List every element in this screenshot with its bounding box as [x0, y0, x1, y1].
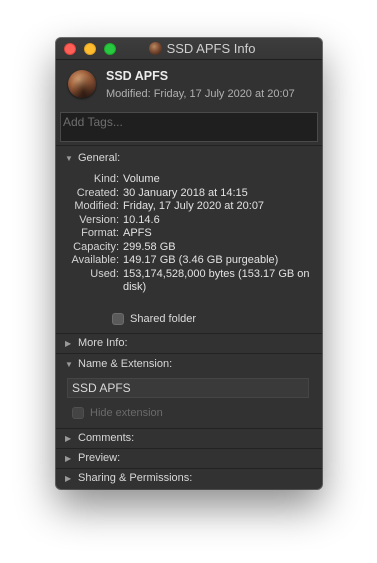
- volume-name: SSD APFS: [106, 69, 169, 83]
- section-more-info[interactable]: ▶ More Info:: [65, 337, 128, 349]
- divider: [56, 448, 322, 449]
- disclosure-closed-icon: ▶: [65, 453, 72, 463]
- info-key: Kind:: [93, 173, 119, 185]
- info-key: Modified:: [74, 200, 119, 212]
- volume-icon: [68, 70, 96, 98]
- section-comments-label: Comments:: [78, 432, 135, 444]
- info-value: 30 January 2018 at 14:15: [123, 186, 248, 199]
- info-key: Available:: [71, 254, 120, 266]
- info-row-modified: Modified: Friday, 17 July 2020 at 20:07: [56, 200, 322, 214]
- shared-folder-option[interactable]: Shared folder: [112, 313, 196, 325]
- info-value: Friday, 17 July 2020 at 20:07: [123, 200, 265, 212]
- section-preview[interactable]: ▶ Preview:: [65, 452, 120, 464]
- disclosure-closed-icon: ▶: [65, 338, 72, 348]
- window-title-wrap: SSD APFS Info: [56, 41, 322, 56]
- section-more-info-label: More Info:: [78, 337, 128, 349]
- disclosure-open-icon: ▼: [65, 153, 73, 163]
- info-value: 149.17 GB (3.46 GB purgeable): [123, 254, 279, 266]
- info-key: Format:: [81, 227, 119, 239]
- info-row-used: Used: 153,174,528,000 bytes (153.17 GB o…: [56, 268, 322, 295]
- info-value: 10.14.6: [123, 213, 160, 226]
- title-bar[interactable]: SSD APFS Info: [56, 38, 322, 60]
- info-header: SSD APFS Modified: Friday, 17 July 2020 …: [56, 60, 322, 108]
- shared-folder-label: Shared folder: [130, 313, 197, 325]
- info-row-capacity: Capacity: 299.58 GB: [56, 241, 322, 255]
- info-key: Version:: [79, 213, 119, 226]
- info-row-available: Available: 149.17 GB (3.46 GB purgeable): [56, 254, 322, 268]
- info-value: APFS: [123, 227, 152, 239]
- window-title: SSD APFS Info: [166, 41, 256, 56]
- divider: [56, 333, 322, 334]
- section-preview-label: Preview:: [78, 452, 121, 464]
- modified-date: Modified: Friday, 17 July 2020 at 20:07: [106, 88, 295, 100]
- info-key: Capacity:: [73, 240, 119, 253]
- section-sharing-permissions[interactable]: ▶ Sharing & Permissions:: [65, 472, 192, 484]
- info-key: Used:: [90, 267, 119, 280]
- hide-extension-option[interactable]: Hide extension: [72, 407, 163, 419]
- section-name-extension[interactable]: ▼ Name & Extension:: [65, 358, 172, 370]
- disk-icon: [148, 42, 162, 55]
- section-general[interactable]: ▼ General:: [65, 152, 120, 164]
- section-general-label: General:: [78, 152, 121, 164]
- section-comments[interactable]: ▶ Comments:: [65, 432, 134, 444]
- info-row-kind: Kind: Volume: [56, 173, 322, 187]
- info-value: 299.58 GB: [123, 240, 176, 253]
- disclosure-closed-icon: ▶: [65, 473, 72, 483]
- disclosure-closed-icon: ▶: [65, 433, 72, 443]
- info-value: 153,174,528,000 bytes (153.17 GB on disk…: [123, 267, 310, 294]
- info-row-format: Format: APFS: [56, 227, 322, 241]
- info-row-created: Created: 30 January 2018 at 14:15: [56, 187, 322, 201]
- divider: [56, 145, 322, 146]
- divider: [56, 353, 322, 354]
- hide-extension-checkbox[interactable]: [72, 407, 84, 419]
- name-field[interactable]: SSD APFS: [67, 378, 309, 398]
- info-value: Volume: [123, 173, 160, 185]
- shared-folder-checkbox[interactable]: [112, 313, 124, 325]
- divider: [56, 428, 322, 429]
- info-key: Created:: [76, 186, 119, 199]
- section-name-extension-label: Name & Extension:: [78, 358, 173, 370]
- section-sharing-label: Sharing & Permissions:: [78, 472, 193, 484]
- info-window: SSD APFS Info SSD APFS Modified: Friday,…: [56, 38, 322, 489]
- disclosure-open-icon: ▼: [65, 359, 73, 369]
- general-info: Kind: Volume Created: 30 January 2018 at…: [56, 173, 322, 295]
- divider: [56, 468, 322, 469]
- info-row-version: Version: 10.14.6: [56, 214, 322, 228]
- hide-extension-label: Hide extension: [90, 407, 163, 419]
- tags-input[interactable]: Add Tags...: [60, 112, 318, 142]
